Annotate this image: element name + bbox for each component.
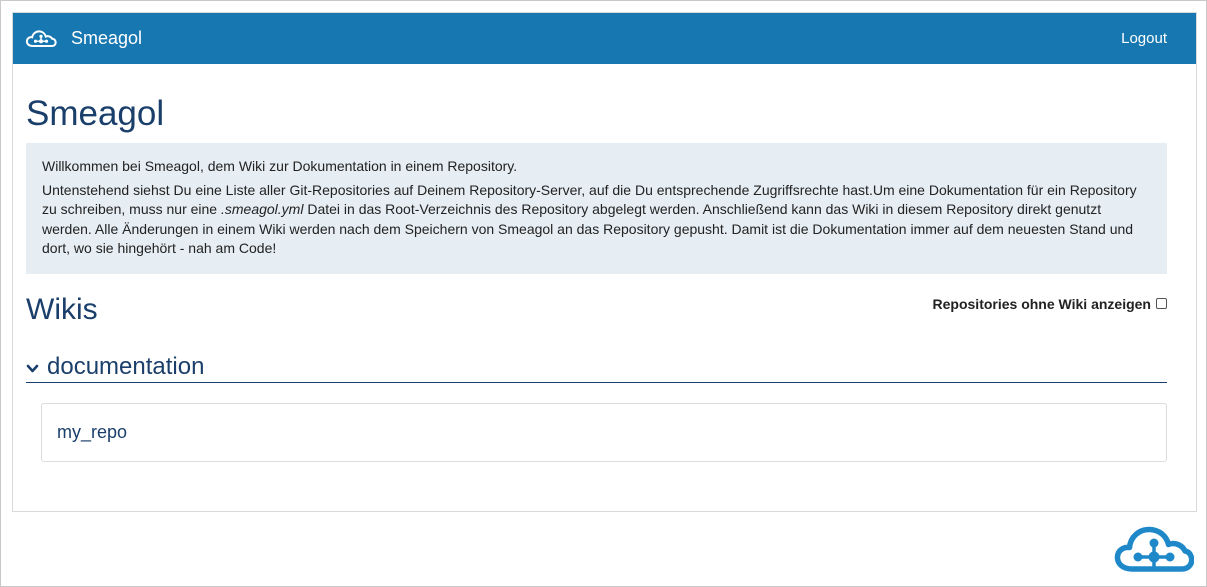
app-window: Smeagol Logout Smeagol Willkommen bei Sm… (12, 12, 1197, 512)
intro-panel: Willkommen bei Smeagol, dem Wiki zur Dok… (26, 143, 1167, 274)
cloud-network-icon (25, 29, 57, 47)
chevron-down-icon[interactable] (26, 364, 39, 374)
wikis-header-row: Wikis Repositories ohne Wiki anzeigen (26, 292, 1167, 328)
toggle-label-text: Repositories ohne Wiki anzeigen (932, 295, 1151, 312)
navbar-brand[interactable]: Smeagol (25, 28, 142, 49)
repo-card-my-repo[interactable]: my_repo (41, 402, 1167, 462)
main-content: Smeagol Willkommen bei Smeagol, dem Wiki… (13, 94, 1196, 462)
group-header-documentation[interactable]: documentation (26, 353, 1167, 383)
show-repos-without-wiki-checkbox[interactable] (1156, 298, 1167, 309)
intro-file-name: .smeagol.yml (220, 201, 304, 217)
intro-description-text: Untenstehend siehst Du eine Liste aller … (42, 181, 1151, 259)
cloud-network-icon (1114, 526, 1194, 572)
repo-name[interactable]: my_repo (57, 422, 127, 443)
group-name: documentation (47, 352, 205, 380)
show-repos-without-wiki-toggle[interactable]: Repositories ohne Wiki anzeigen (933, 296, 1167, 312)
page-title: Smeagol (26, 94, 165, 133)
logout-link[interactable]: Logout (1121, 30, 1167, 47)
brand-name: Smeagol (71, 28, 143, 48)
navbar: Smeagol Logout (13, 13, 1196, 64)
wikis-title: Wikis (26, 292, 98, 326)
intro-welcome-text: Willkommen bei Smeagol, dem Wiki zur Dok… (42, 158, 518, 174)
